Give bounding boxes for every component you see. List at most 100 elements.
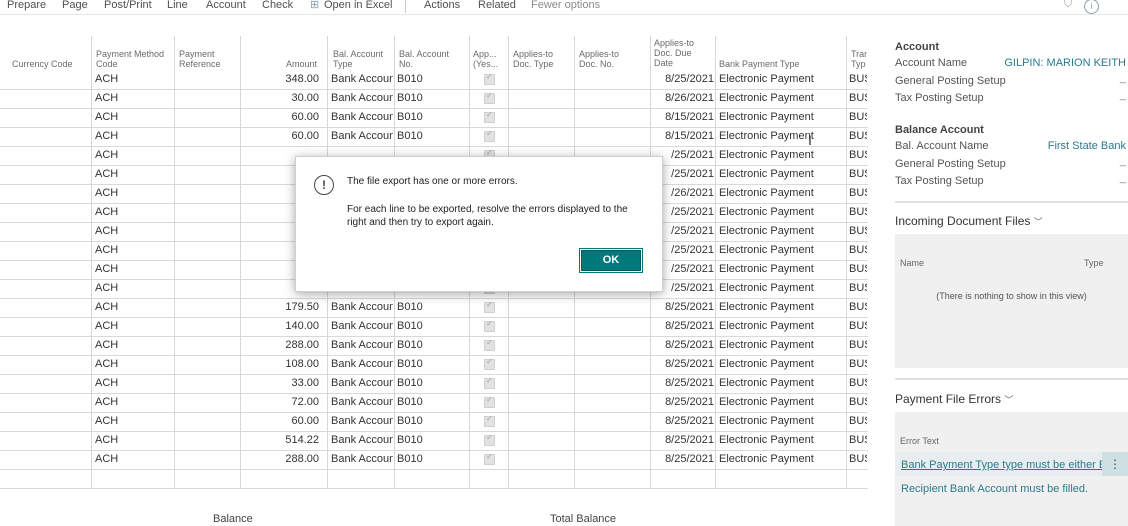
table-row[interactable]: ACH 60.00 Bank Account B010 8/15/2021 Electro… [0,108,868,128]
info-icon[interactable]: i [1084,0,1099,14]
cell-amount[interactable]: 288.00 [242,453,319,465]
cell-due-date[interactable]: 8/25/2021 [652,453,714,465]
cell-transaction-type[interactable]: BUS [849,130,867,142]
filter-icon[interactable]: ⛉ [1064,0,1072,11]
applies-checkbox[interactable] [484,300,495,313]
applies-checkbox[interactable] [484,395,495,408]
cell-amount[interactable]: 60.00 [242,111,319,123]
cell-payment-method[interactable]: ACH [95,73,165,85]
cell-bal-account-no[interactable]: B010 [397,301,433,313]
chevron-down-icon[interactable]: ﹀ [1034,217,1043,227]
cell-bal-account-no[interactable]: B010 [397,434,433,446]
more-options-icon[interactable]: ⋮ [1102,452,1128,476]
cell-transaction-type[interactable]: BUS [849,339,867,351]
col-bal-account-type[interactable]: Bal. Account Type [333,49,393,69]
payment-errors-title[interactable]: Payment File Errors ﹀ [895,392,1013,406]
cell-bank-payment-type[interactable]: Electronic Payment [719,396,839,408]
cell-bank-payment-type[interactable]: Electronic Payment [719,282,839,294]
applies-checkbox[interactable] [484,129,495,142]
cell-amount[interactable]: 140.00 [242,320,319,332]
cell-amount[interactable]: 60.00 [242,130,319,142]
cell-due-date[interactable]: 8/15/2021 [652,130,714,142]
cell-bal-account-no[interactable]: B010 [397,396,433,408]
cell-due-date[interactable]: 8/25/2021 [652,415,714,427]
cell-payment-method[interactable]: ACH [95,453,165,465]
cell-bank-payment-type[interactable]: Electronic Payment [719,73,839,85]
cell-transaction-type[interactable]: BUS [849,263,867,275]
cell-payment-method[interactable]: ACH [95,339,165,351]
applies-checkbox[interactable] [484,357,495,370]
cell-bal-account-type[interactable]: Bank Account [331,301,393,313]
table-row[interactable]: ACH 30.00 Bank Account B010 8/26/2021 Electro… [0,89,868,109]
cell-bank-payment-type[interactable]: Electronic Payment [719,339,839,351]
cell-amount[interactable]: 348.00 [242,73,319,85]
cell-bank-payment-type[interactable]: Electronic Payment [719,149,839,161]
chevron-down-icon[interactable]: ﹀ [1004,395,1013,405]
table-row[interactable]: ACH 348.00 Bank Account B010 8/25/2021 Electr… [0,70,868,90]
ok-button[interactable]: OK [579,248,643,273]
cell-due-date[interactable]: 8/25/2021 [652,434,714,446]
cell-bal-account-no[interactable]: B010 [397,453,433,465]
cell-payment-method[interactable]: ACH [95,377,165,389]
error-link-1[interactable]: Bank Payment Type type must be either El… [901,459,1118,471]
table-row[interactable]: ACH 514.22 Bank Account B010 8/25/2021 Electr… [0,431,868,451]
table-row-empty[interactable] [0,469,868,489]
cell-bank-payment-type[interactable]: Electronic Payment [719,225,839,237]
cell-transaction-type[interactable]: BUS [849,377,867,389]
col-transaction-type[interactable]: Tran Typ [851,49,867,69]
table-row[interactable]: ACH 108.00 Bank Account B010 8/25/2021 Electr… [0,355,868,375]
cell-amount[interactable]: 60.00 [242,415,319,427]
applies-checkbox[interactable] [484,319,495,332]
cell-due-date[interactable]: 8/15/2021 [652,111,714,123]
cell-bal-account-no[interactable]: B010 [397,358,433,370]
table-row[interactable]: ACH 140.00 Bank Account B010 8/25/2021 Electr… [0,317,868,337]
cell-transaction-type[interactable]: BUS [849,358,867,370]
cell-transaction-type[interactable]: BUS [849,206,867,218]
cell-due-date[interactable]: 8/25/2021 [652,320,714,332]
col-applies-to-doc-no[interactable]: Applies-to Doc. No. [579,49,639,69]
cell-transaction-type[interactable]: BUS [849,73,867,85]
cell-bal-account-no[interactable]: B010 [397,130,433,142]
cell-bank-payment-type[interactable]: Electronic Payment [719,92,839,104]
cell-transaction-type[interactable]: BUS [849,320,867,332]
applies-checkbox[interactable] [484,452,495,465]
table-row[interactable]: ACH 60.00 Bank Account B010 8/15/2021 Electro… [0,127,868,147]
cell-payment-method[interactable]: ACH [95,225,165,237]
cell-bal-account-type[interactable]: Bank Account [331,320,393,332]
col-payment-reference[interactable]: Payment Reference [179,49,235,69]
cell-bal-account-type[interactable]: Bank Account [331,92,393,104]
table-row[interactable]: ACH 288.00 Bank Account B010 8/25/2021 Electr… [0,450,868,470]
cell-bank-payment-type[interactable]: Electronic Payment [719,415,839,427]
cell-amount[interactable]: 514.22 [242,434,319,446]
cell-transaction-type[interactable]: BUS [849,111,867,123]
cell-bank-payment-type[interactable]: Electronic Payment [719,130,839,142]
cell-bank-payment-type[interactable]: Electronic Payment [719,434,839,446]
col-bal-account-no[interactable]: Bal. Account No. [399,49,459,69]
cell-bank-payment-type[interactable]: Electronic Payment [719,206,839,218]
col-bank-payment-type[interactable]: Bank Payment Type [719,59,799,69]
table-row[interactable]: ACH 72.00 Bank Account B010 8/25/2021 Electro… [0,393,868,413]
cell-bank-payment-type[interactable]: Electronic Payment [719,453,839,465]
cell-due-date[interactable]: 8/25/2021 [652,301,714,313]
cell-transaction-type[interactable]: BUS [849,434,867,446]
cell-amount[interactable]: 30.00 [242,92,319,104]
cell-transaction-type[interactable]: BUS [849,282,867,294]
cell-transaction-type[interactable]: BUS [849,92,867,104]
cell-bal-account-no[interactable]: B010 [397,320,433,332]
cell-transaction-type[interactable]: BUS [849,244,867,256]
cell-amount[interactable]: 179.50 [242,301,319,313]
cell-due-date[interactable]: 8/25/2021 [652,339,714,351]
cell-transaction-type[interactable]: BUS [849,168,867,180]
cell-transaction-type[interactable]: BUS [849,301,867,313]
applies-checkbox[interactable] [484,72,495,85]
cell-payment-method[interactable]: ACH [95,396,165,408]
incoming-docs-title[interactable]: Incoming Document Files ﹀ [895,214,1043,228]
cell-transaction-type[interactable]: BUS [849,149,867,161]
cell-amount[interactable]: 108.00 [242,358,319,370]
cell-payment-method[interactable]: ACH [95,111,165,123]
table-row[interactable]: ACH 288.00 Bank Account B010 8/25/2021 Electr… [0,336,868,356]
cell-due-date[interactable]: 8/25/2021 [652,396,714,408]
cell-bank-payment-type[interactable]: Electronic Payment [719,263,839,275]
cell-amount[interactable]: 72.00 [242,396,319,408]
cell-bal-account-type[interactable]: Bank Account [331,396,393,408]
